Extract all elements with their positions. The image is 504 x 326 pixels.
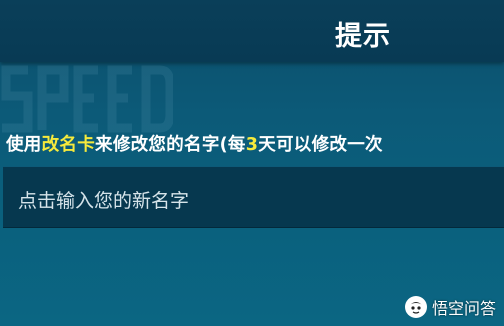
new-name-input[interactable]: 点击输入您的新名字 bbox=[3, 166, 504, 228]
rename-card-highlight: 改名卡 bbox=[41, 135, 96, 155]
notice-text-2: 来修改您的名字(每 bbox=[95, 135, 246, 155]
dialog-title: 提示 bbox=[335, 21, 391, 52]
new-name-placeholder: 点击输入您的新名字 bbox=[18, 190, 190, 212]
days-count-highlight: 3 bbox=[245, 135, 259, 155]
notice-text-3: 天可以修改一次 bbox=[258, 135, 383, 155]
brand-label: 悟空问答 bbox=[431, 299, 496, 318]
rename-notice: 使用改名卡来修改您的名字(每3天可以修改一次 bbox=[6, 131, 383, 155]
notice-text-1: 使用 bbox=[6, 135, 42, 155]
dialog-header: 提示 bbox=[0, 0, 504, 62]
wukong-logo-icon bbox=[404, 296, 427, 318]
background-speed-decoration bbox=[1, 65, 173, 133]
brand-watermark: 悟空问答 bbox=[404, 294, 496, 320]
